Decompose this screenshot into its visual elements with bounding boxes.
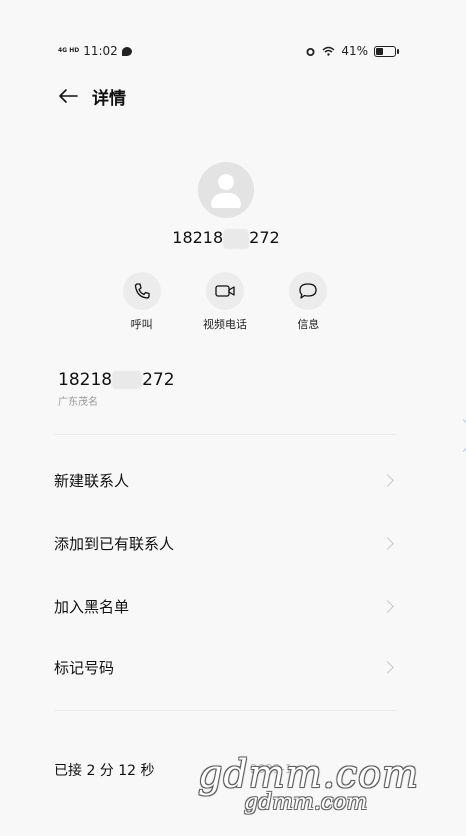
- status-bar: 4G HD 11:02 41%: [58, 44, 399, 64]
- chevron-right-icon: [381, 660, 394, 674]
- status-time: 11:02: [83, 44, 118, 58]
- phone-icon: [134, 283, 150, 299]
- battery-icon: [374, 45, 399, 57]
- phone-entry-number[interactable]: 18218 272: [58, 370, 175, 390]
- battery-percent: 41%: [341, 44, 368, 58]
- back-arrow-icon[interactable]: [58, 88, 78, 104]
- block-number-item[interactable]: 加入黑名单: [54, 586, 396, 626]
- edge-chevron-icon: [447, 419, 466, 452]
- divider: [54, 710, 396, 711]
- phone-number-prefix: 18218: [58, 370, 113, 390]
- avatar-body: [211, 193, 241, 208]
- add-to-existing-contact-item[interactable]: 添加到已有联系人: [54, 523, 396, 563]
- call-button-circle[interactable]: [122, 272, 161, 310]
- mark-number-label: 标记号码: [54, 658, 115, 677]
- phone-number-suffix: 272: [142, 370, 175, 390]
- new-contact-label: 新建联系人: [54, 471, 130, 490]
- network-indicator: 4G HD: [58, 47, 80, 54]
- video-call-button-circle[interactable]: [205, 272, 244, 310]
- contact-avatar: [198, 162, 254, 218]
- status-right: 41%: [305, 44, 399, 58]
- mark-number-item[interactable]: 标记号码: [54, 647, 396, 687]
- redacted-digits: [223, 228, 250, 249]
- chevron-right-icon: [381, 473, 394, 487]
- block-label: 加入黑名单: [54, 597, 130, 616]
- chevron-right-icon: [381, 599, 394, 613]
- header: 详情: [58, 84, 126, 109]
- wifi-icon: [322, 46, 335, 56]
- chevron-right-icon: [381, 536, 394, 550]
- watermark-subtext: gdmm.com: [244, 790, 368, 815]
- redacted-digits-2: [112, 371, 143, 389]
- call-label: 呼叫: [130, 318, 153, 331]
- add-to-existing-label: 添加到已有联系人: [54, 534, 175, 553]
- divider: [54, 434, 396, 435]
- alarm-icon: [306, 47, 315, 56]
- contact-detail-page: 4G HD 11:02 41% 详情 18218 272 呼叫 视频电话 信息 …: [0, 0, 466, 836]
- call-duration: 已接 2 分 12 秒: [54, 763, 155, 779]
- video-call-icon: [215, 285, 235, 297]
- contact-number-suffix: 272: [249, 228, 280, 247]
- video-call-label: 视频电话: [202, 318, 247, 331]
- message-button-circle[interactable]: [289, 272, 328, 310]
- status-left: 4G HD 11:02: [58, 44, 132, 58]
- action-row: 呼叫 视频电话 信息: [100, 272, 350, 332]
- notification-icon: [121, 46, 132, 56]
- new-contact-item[interactable]: 新建联系人: [54, 460, 396, 500]
- message-label: 信息: [297, 318, 320, 331]
- message-icon: [299, 283, 317, 299]
- contact-number-prefix: 18218: [172, 228, 224, 247]
- battery-level: [376, 47, 383, 55]
- avatar-head: [218, 174, 234, 190]
- contact-number: 18218 272: [0, 228, 452, 249]
- phone-location: 广东茂名: [58, 397, 98, 408]
- call-button[interactable]: 呼叫: [100, 272, 183, 332]
- message-button[interactable]: 信息: [267, 272, 350, 332]
- page-title: 详情: [92, 88, 126, 109]
- video-call-button[interactable]: 视频电话: [183, 272, 266, 332]
